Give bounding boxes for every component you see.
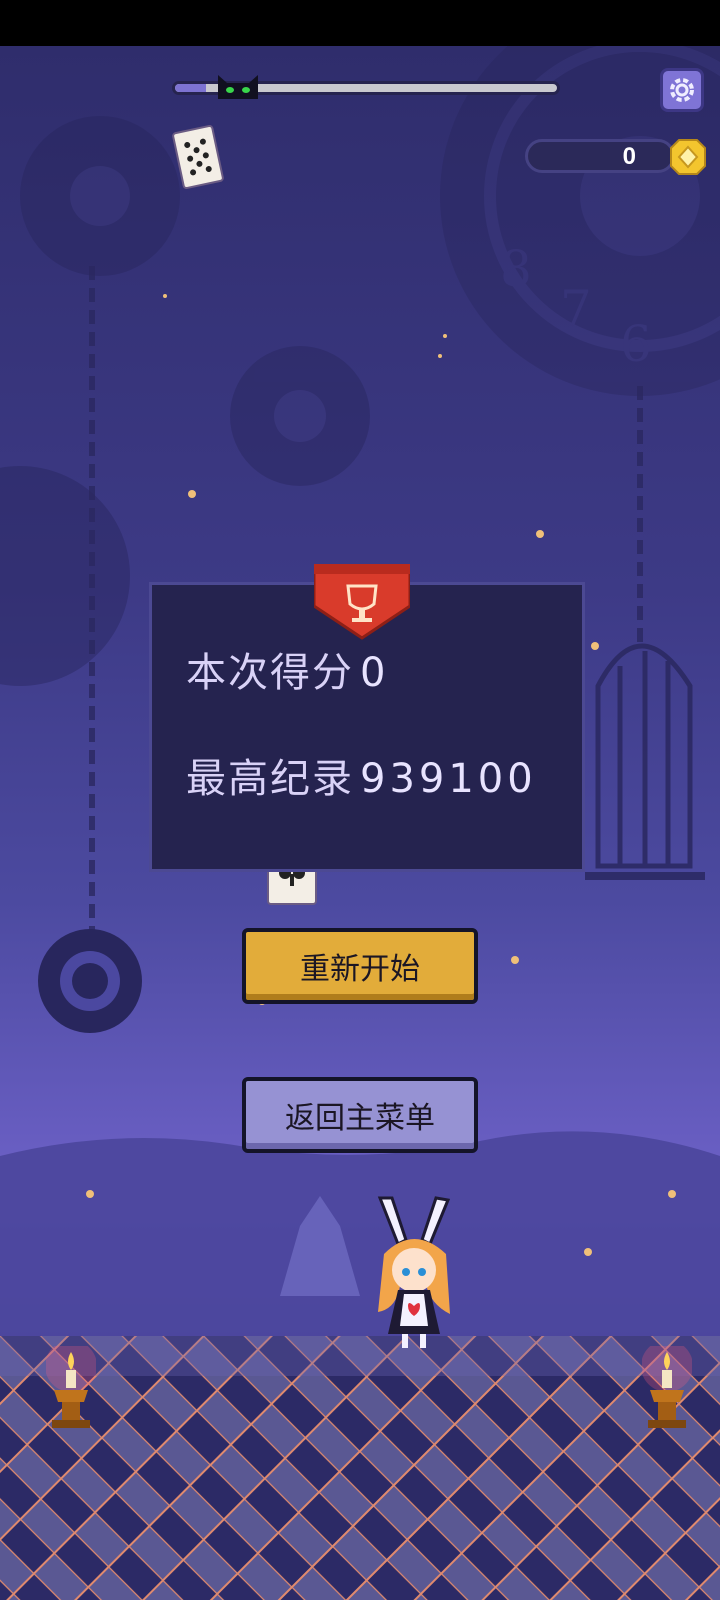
mountain-silhouette <box>0 1131 720 1346</box>
best-score-row: 最高纪录 939100 <box>186 746 537 804</box>
bunny-girl-character <box>377 1196 451 1348</box>
candle-right <box>642 1346 692 1428</box>
current-score-label: 本次得分 <box>186 650 354 696</box>
candle-left <box>46 1346 96 1428</box>
black-cat-icon <box>218 75 258 99</box>
status-bar <box>0 0 720 46</box>
svg-text:7: 7 <box>560 280 592 338</box>
gear-decoration-bottom <box>38 929 142 1033</box>
trophy-icon <box>314 564 410 640</box>
gear-icon <box>670 78 694 102</box>
coin-value: 0 <box>622 143 636 170</box>
current-score-row: 本次得分 0 <box>186 640 389 698</box>
restart-button[interactable]: 重新开始 <box>242 928 478 1004</box>
best-score-label: 最高纪录 <box>186 756 354 802</box>
checkerboard-floor <box>0 1336 720 1600</box>
svg-text:6: 6 <box>620 315 652 373</box>
best-score-value: 939100 <box>360 756 537 802</box>
game-scene[interactable]: 8 7 6 0 本次得分 0 最高纪录 939100 重新开始 返回主菜单 <box>0 46 720 1600</box>
coin-counter: 0 <box>525 139 675 173</box>
current-score-value: 0 <box>360 650 390 696</box>
main-menu-button[interactable]: 返回主菜单 <box>242 1077 478 1153</box>
birdcage-decoration <box>585 643 705 880</box>
settings-button[interactable] <box>660 68 704 112</box>
diamond-coin-icon <box>670 139 706 175</box>
progress-fill <box>175 84 206 92</box>
spade-card-icon <box>172 125 224 189</box>
svg-text:8: 8 <box>500 240 532 298</box>
